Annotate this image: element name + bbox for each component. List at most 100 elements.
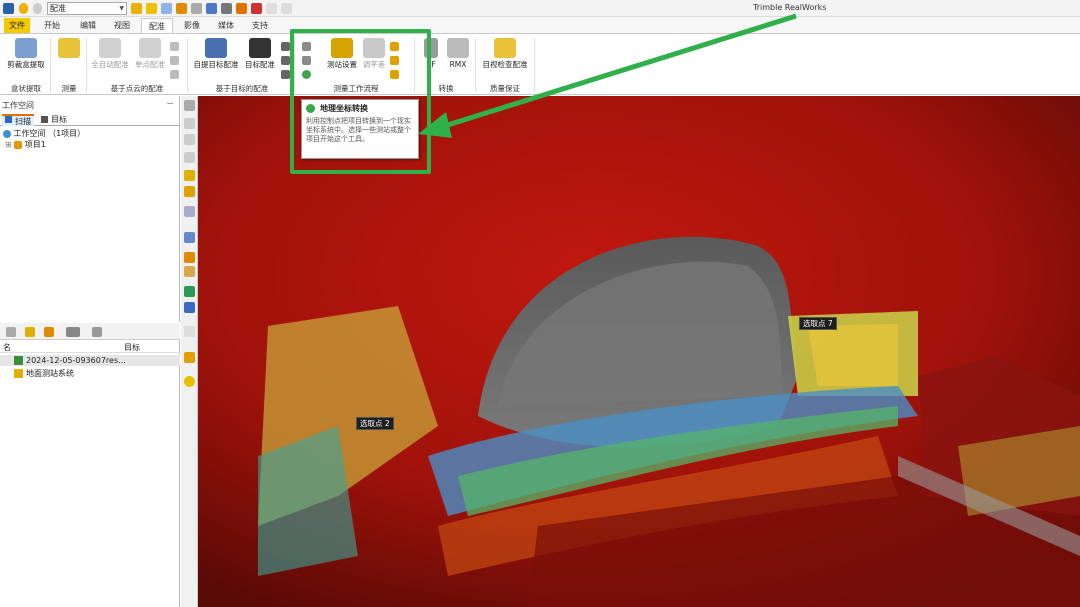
tab-registration[interactable]: 配准 <box>141 18 173 33</box>
project-icon <box>14 140 23 149</box>
small-tool-icon[interactable] <box>170 42 179 51</box>
ribbon: 剪裁盒提取 盒状提取 测量 全自动配准 单点配准 基于点云的配准 自提目标配准 … <box>0 33 1080 95</box>
tool-icon[interactable] <box>266 3 277 14</box>
expand-icon[interactable]: ⊞ <box>5 140 12 149</box>
chevron-down-icon: ▼ <box>119 5 124 12</box>
single-point-registration-button[interactable]: 单点配准 <box>132 38 168 70</box>
small-tool-icon[interactable] <box>281 42 290 51</box>
station-system-icon <box>14 369 23 378</box>
open-folder-icon[interactable] <box>131 3 142 14</box>
globe-icon[interactable] <box>161 3 172 14</box>
point-cloud-icon <box>139 38 161 58</box>
app-logo-icon <box>3 3 14 14</box>
target-registration-button[interactable]: 目标配准 <box>242 38 278 70</box>
zoom-icon[interactable] <box>6 327 16 337</box>
auto-target-registration-button[interactable]: 自提目标配准 <box>192 38 240 70</box>
cloud-icon <box>99 38 121 58</box>
workspace-panel: 工作空间 ꟷ 扫描 目标 工作空间 （1项目） ⊞ 项目1 <box>0 96 180 322</box>
visual-check-registration-button[interactable]: 目视检查配准 <box>478 38 532 70</box>
measure-button[interactable] <box>54 38 84 60</box>
import-icon[interactable] <box>176 3 187 14</box>
folder-icon[interactable] <box>25 327 35 337</box>
tree-item-project[interactable]: ⊞ 项目1 <box>5 140 46 150</box>
pan-icon[interactable] <box>184 134 195 145</box>
list-view-icon[interactable] <box>66 327 80 337</box>
rmx-button[interactable]: RMX <box>444 38 472 70</box>
tab-view[interactable]: 视图 <box>108 18 136 33</box>
workspace-icon <box>3 129 11 138</box>
list-item[interactable]: 2024-12-05-093607res... <box>0 355 180 366</box>
group-label-target-registration: 基于目标的配准 <box>215 84 269 93</box>
tab-media[interactable]: 媒体 <box>212 18 240 33</box>
fit-icon[interactable] <box>184 170 195 181</box>
ribbon-separator <box>475 38 476 92</box>
export-icon[interactable] <box>191 3 202 14</box>
print-icon[interactable] <box>221 3 232 14</box>
home-view-icon[interactable] <box>184 100 195 111</box>
redo-icon[interactable] <box>33 3 42 14</box>
tab-edit[interactable]: 编辑 <box>74 18 102 33</box>
zoom-icon[interactable] <box>184 152 195 163</box>
render-icon[interactable] <box>184 232 195 243</box>
group-label-measure: 测量 <box>61 84 77 93</box>
tab-support[interactable]: 支持 <box>246 18 274 33</box>
list-item[interactable]: 地面测站系统 <box>0 368 180 379</box>
target-icon[interactable] <box>251 3 262 14</box>
clip-box-icon <box>15 38 37 58</box>
ribbon-separator <box>534 38 535 92</box>
settings-icon[interactable] <box>206 3 217 14</box>
clip-box-extract-button[interactable]: 剪裁盒提取 <box>4 38 48 70</box>
target-reg-icon <box>205 38 227 58</box>
settings-icon[interactable] <box>184 326 195 337</box>
small-tool-icon[interactable] <box>281 56 290 65</box>
tab-file[interactable]: 文件 <box>4 18 30 33</box>
small-tool-icon[interactable] <box>170 56 179 65</box>
target-icon <box>41 116 48 123</box>
quick-access-combo[interactable]: 配准 ▼ <box>47 2 127 15</box>
panel-header: 工作空间 <box>2 101 34 110</box>
eye-icon <box>494 38 516 58</box>
layer-icon[interactable] <box>184 206 195 217</box>
filter-icon[interactable] <box>92 327 102 337</box>
intensity-icon[interactable] <box>184 302 195 313</box>
ribbon-separator <box>50 38 51 92</box>
app-title: Trimble RealWorks <box>753 3 827 12</box>
tool2-icon[interactable] <box>281 3 292 14</box>
save-icon[interactable] <box>146 3 157 14</box>
undo-icon[interactable] <box>19 3 28 14</box>
col-name-header[interactable]: 名 <box>3 342 11 353</box>
ribbon-tab-bar: 文件 开始 编辑 视图 配准 影像 媒体 支持 <box>0 17 1080 33</box>
checker-target-icon <box>249 38 271 58</box>
snapshot-icon[interactable] <box>184 352 195 363</box>
group-label-cloud-registration: 基于点云的配准 <box>110 84 164 93</box>
pin-icon[interactable]: ꟷ <box>167 100 173 109</box>
ruler-icon <box>58 38 80 58</box>
warning-icon[interactable] <box>184 252 195 263</box>
highlight-box <box>290 29 431 174</box>
select-icon[interactable] <box>184 186 195 197</box>
ribbon-separator <box>187 38 188 92</box>
list-header: 名 目标 <box>0 342 180 353</box>
col-target-header[interactable]: 目标 <box>124 342 140 353</box>
panel-tabs: 扫描 目标 <box>0 114 180 126</box>
tab-start[interactable]: 开始 <box>38 18 66 33</box>
star-icon[interactable] <box>44 327 54 337</box>
small-tool-icon[interactable] <box>170 70 179 79</box>
pick-point-label[interactable]: 选取点 2 <box>356 417 394 430</box>
group-label-box: 盒状提取 <box>11 84 41 93</box>
scan-icon <box>5 116 12 123</box>
tree-item-workspace[interactable]: 工作空间 （1项目） <box>3 129 85 139</box>
view-toolbar <box>181 96 198 607</box>
title-bar: 配准 ▼ Trimble RealWorks <box>0 0 1080 17</box>
layers-icon[interactable] <box>184 266 195 277</box>
pick-point-label[interactable]: 选取点 7 <box>799 317 837 330</box>
auto-registration-button[interactable]: 全自动配准 <box>89 38 131 70</box>
light-icon[interactable] <box>184 376 195 387</box>
tab-image[interactable]: 影像 <box>178 18 206 33</box>
small-tool-icon[interactable] <box>281 70 290 79</box>
list-toolbar <box>0 323 180 340</box>
rotate-icon[interactable] <box>184 118 195 129</box>
color-map-icon[interactable] <box>184 286 195 297</box>
scan-file-icon <box>14 356 23 365</box>
measure-icon[interactable] <box>236 3 247 14</box>
